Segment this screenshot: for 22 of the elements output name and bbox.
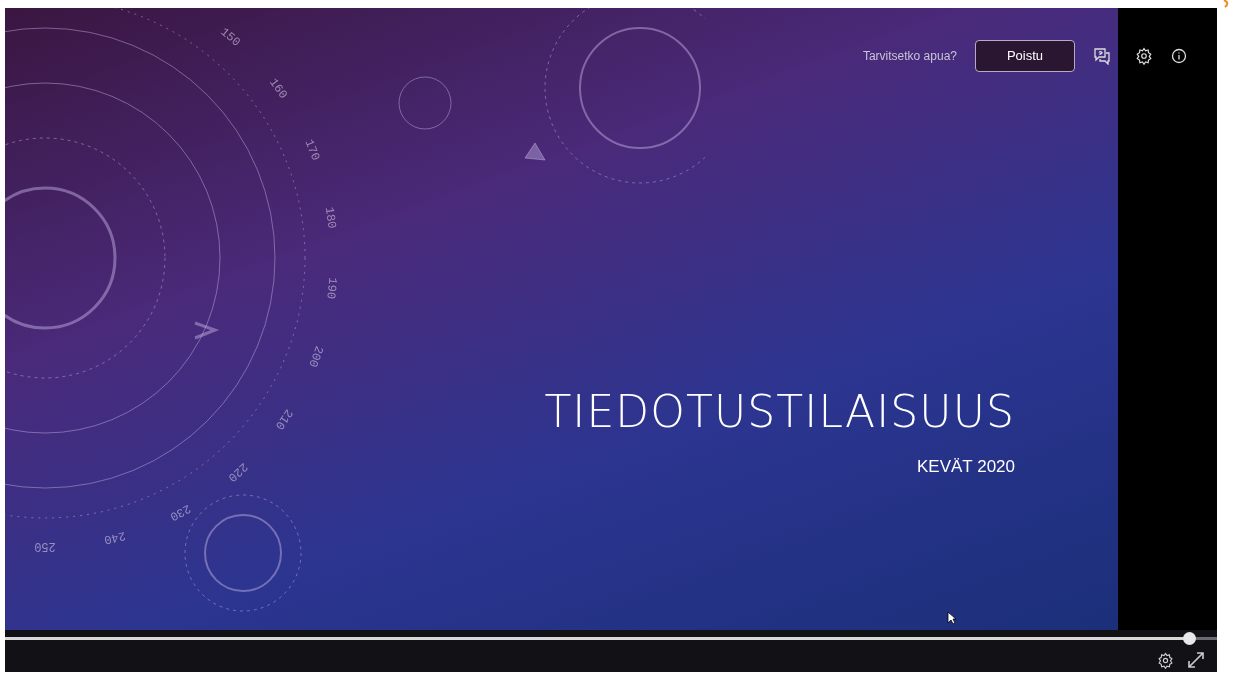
settings-icon[interactable] xyxy=(1135,47,1153,65)
dial-label: 160 xyxy=(266,75,291,102)
dial-label: 220 xyxy=(225,459,251,485)
slide-subtitle: KEVÄT 2020 xyxy=(917,456,1015,478)
help-text: Tarvitsetko apua? xyxy=(862,48,957,65)
dial-label: 250 xyxy=(34,539,56,553)
feedback-icon[interactable] xyxy=(1093,47,1111,65)
mouse-pointer-icon xyxy=(947,611,957,625)
dial-label: 210 xyxy=(271,406,296,432)
dial-label: 150 xyxy=(217,25,243,50)
dial-label: 180 xyxy=(321,206,339,230)
slide-title: TIEDOTUSTILAISUUS xyxy=(544,386,1015,438)
dial-label: 200 xyxy=(305,344,326,370)
settings-icon[interactable] xyxy=(1157,652,1174,669)
progress-thumb[interactable] xyxy=(1183,632,1197,645)
dial-label: 240 xyxy=(102,528,127,547)
dial-label: 190 xyxy=(323,276,340,300)
info-icon[interactable] xyxy=(1171,48,1187,64)
dial-label: 230 xyxy=(167,501,194,524)
fullscreen-icon[interactable] xyxy=(1187,651,1205,669)
exit-button[interactable]: Poistu xyxy=(975,40,1075,72)
dial-label: 170 xyxy=(301,137,323,163)
